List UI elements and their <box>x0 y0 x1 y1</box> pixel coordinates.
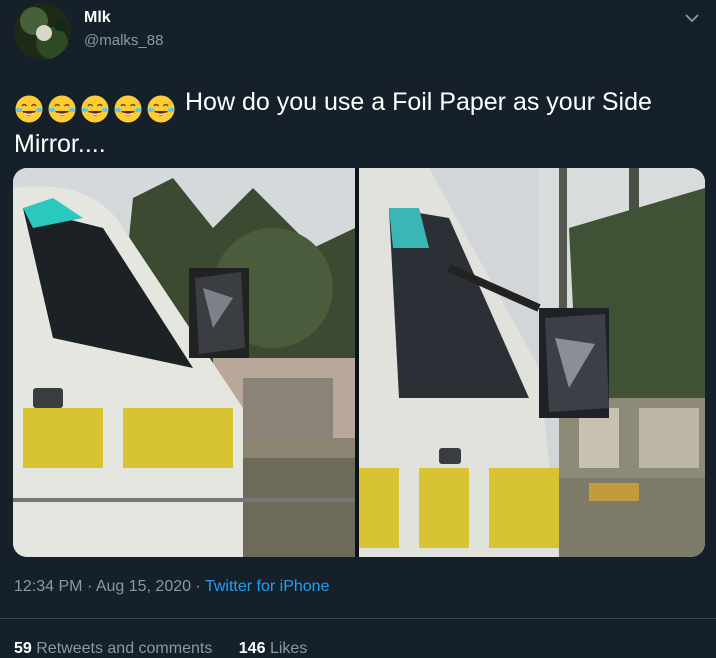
face-with-tears-of-joy-icon <box>81 95 109 123</box>
retweets-count: 59 <box>14 640 32 657</box>
avatar[interactable] <box>14 3 71 60</box>
face-with-tears-of-joy-icon <box>48 95 76 123</box>
likes-count: 146 <box>238 640 266 657</box>
van-foil-mirror-closeup-photo <box>359 168 705 557</box>
photo-left[interactable] <box>13 168 355 557</box>
more-options-button[interactable] <box>682 8 702 28</box>
tweet-meta: 12:34 PM · Aug 15, 2020 · Twitter for iP… <box>14 578 329 596</box>
likes-stat[interactable]: 146 Likes <box>239 640 308 657</box>
author-display-name[interactable]: Mlk <box>84 9 111 27</box>
face-with-tears-of-joy-icon <box>147 95 175 123</box>
author-handle[interactable]: @malks_88 <box>84 32 163 49</box>
tweet-time[interactable]: 12:34 PM <box>14 578 82 595</box>
retweets-stat[interactable]: 59 Retweets and comments <box>14 640 217 657</box>
photo-right[interactable] <box>359 168 705 557</box>
retweets-label: Retweets and comments <box>36 640 213 657</box>
tweet-source-link[interactable]: Twitter for iPhone <box>205 578 330 595</box>
emoji-group <box>14 90 179 126</box>
tweet-media[interactable] <box>13 168 705 557</box>
chevron-down-icon <box>685 13 699 22</box>
divider <box>0 618 716 619</box>
meta-separator: · <box>195 578 201 595</box>
likes-label: Likes <box>269 640 308 657</box>
van-foil-mirror-photo <box>13 168 355 557</box>
avatar-image <box>14 3 71 60</box>
face-with-tears-of-joy-icon <box>15 95 43 123</box>
tweet-text: How do you use a Foil Paper as your Side… <box>14 84 704 162</box>
tweet-stats: 59 Retweets and comments 146 Likes <box>14 640 329 658</box>
tweet-date[interactable]: Aug 15, 2020 <box>96 578 191 595</box>
meta-separator: · <box>86 578 93 595</box>
face-with-tears-of-joy-icon <box>114 95 142 123</box>
